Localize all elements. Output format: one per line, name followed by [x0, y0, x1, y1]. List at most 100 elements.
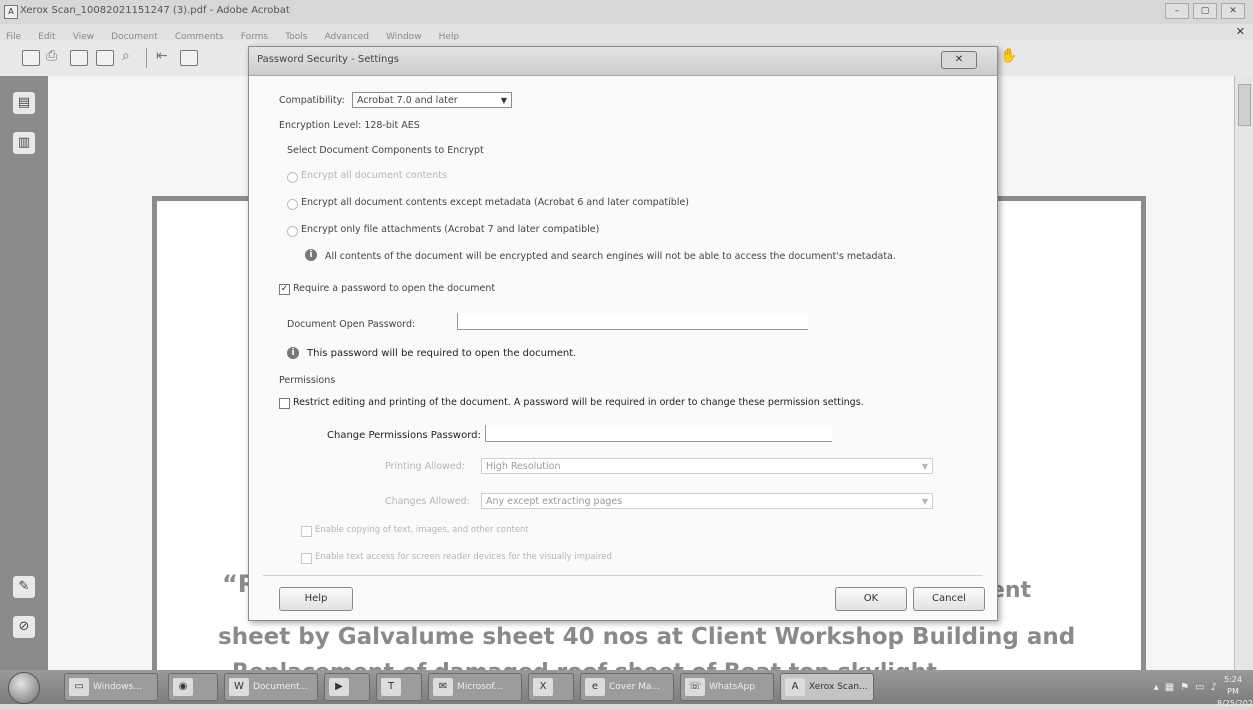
outlook-icon: ✉ [433, 678, 453, 696]
document-line2: sheet by Galvalume sheet 40 nos at Clien… [218, 624, 1076, 650]
close-window-button[interactable]: ✕ [1221, 3, 1245, 19]
acrobat-icon: A [785, 678, 805, 696]
cancel-button[interactable]: Cancel [913, 587, 985, 611]
taskbar-app-label: Cover Ma... [609, 682, 661, 692]
teams-icon: T [381, 678, 401, 696]
pages-panel-icon[interactable]: ▤ [13, 92, 35, 114]
taskbar-app-excel[interactable]: X [528, 673, 574, 701]
changes-allowed-select[interactable]: Any except extracting pages ▼ [481, 493, 933, 509]
taskbar-app-document[interactable]: W Document... [224, 673, 318, 701]
dialog-footer-divider [263, 575, 983, 576]
enable-text-access-checkbox[interactable] [301, 553, 312, 564]
taskbar-app-whatsapp[interactable]: ☏ WhatsApp [680, 673, 774, 701]
vertical-scrollbar[interactable] [1234, 76, 1253, 670]
create-pdf-icon[interactable] [22, 50, 40, 66]
folder-icon: ▭ [69, 678, 89, 696]
radio-encrypt-all[interactable] [287, 172, 298, 183]
document-close-icon[interactable]: ✕ [1236, 25, 1245, 38]
flag-icon[interactable]: ⚑ [1180, 682, 1189, 693]
system-tray: ▴ ▦ ⚑ ▭ ♪ [1154, 670, 1217, 704]
scrollbar-thumb[interactable] [1238, 84, 1251, 126]
print-icon[interactable]: ⎙ [46, 48, 57, 64]
dialog-title: Password Security - Settings [257, 54, 399, 65]
explorer-icon: e [585, 678, 605, 696]
window-controls: – ▢ ✕ [1165, 3, 1245, 19]
attachment-paperclip-icon[interactable]: ⊘ [13, 616, 35, 638]
navigation-panel: ▤ ▥ ✎ ⊘ [0, 76, 48, 670]
minimize-button[interactable]: – [1165, 3, 1189, 19]
system-clock[interactable]: 5:24 PM 8/25/2021 [1217, 674, 1253, 710]
change-permissions-label: Change Permissions Password: [327, 430, 481, 441]
ok-button[interactable]: OK [835, 587, 907, 611]
radio-encrypt-except-metadata[interactable] [287, 199, 298, 210]
taskbar-app-label: Microsof... [457, 682, 503, 692]
change-permissions-input[interactable] [485, 425, 832, 442]
save-icon[interactable] [70, 50, 88, 66]
comments-panel-icon[interactable]: ✎ [13, 576, 35, 598]
open-password-label: Document Open Password: [287, 319, 416, 330]
taskbar-app-cover[interactable]: e Cover Ma... [580, 673, 674, 701]
taskbar-app-acrobat[interactable]: A Xerox Scan... [780, 673, 874, 701]
changes-allowed-value: Any except extracting pages [486, 496, 623, 507]
toolbar-separator [146, 48, 147, 68]
maximize-button[interactable]: ▢ [1193, 3, 1217, 19]
chevron-down-icon: ▼ [921, 497, 928, 506]
taskbar-app-windows[interactable]: ▭ Windows... [64, 673, 158, 701]
chrome-icon: ◉ [173, 678, 193, 696]
taskbar-app-label: Xerox Scan... [809, 682, 868, 692]
excel-icon: X [533, 678, 553, 696]
clock-date: 8/25/2021 [1217, 699, 1253, 708]
dialog-titlebar: Password Security - Settings ✕ [249, 47, 997, 76]
chevron-down-icon: ▼ [921, 462, 928, 471]
taskbar-app-teams[interactable]: T [376, 673, 422, 701]
window-title: Xerox Scan_10082021151247 (3).pdf - Adob… [20, 5, 290, 16]
prev-page-icon[interactable]: ⇤ [156, 48, 168, 64]
require-password-checkbox[interactable]: ✓ [279, 284, 290, 295]
email-icon[interactable] [96, 50, 114, 66]
password-security-dialog: Password Security - Settings ✕ Compatibi… [248, 46, 998, 621]
restrict-editing-checkbox[interactable] [279, 398, 290, 409]
word-icon: W [229, 678, 249, 696]
radio-encrypt-all-label: Encrypt all document contents [301, 170, 447, 181]
radio-encrypt-attachments-label: Encrypt only file attachments (Acrobat 7… [301, 224, 600, 235]
enable-text-access-label: Enable text access for screen reader dev… [315, 552, 612, 562]
network-icon[interactable]: ▦ [1165, 682, 1174, 693]
printing-allowed-select[interactable]: High Resolution ▼ [481, 458, 933, 474]
chevron-down-icon: ▼ [500, 96, 507, 105]
whatsapp-icon: ☏ [685, 678, 705, 696]
taskbar-app-media[interactable]: ▶ [324, 673, 370, 701]
enable-copying-label: Enable copying of text, images, and othe… [315, 525, 529, 535]
menu-bar: File Edit View Document Comments Forms T… [0, 24, 1253, 42]
start-button[interactable] [8, 672, 40, 704]
clock-time: 5:24 PM [1224, 675, 1242, 696]
attachments-panel-icon[interactable]: ▥ [13, 132, 35, 154]
enable-copying-checkbox[interactable] [301, 526, 312, 537]
compatibility-select[interactable]: Acrobat 7.0 and later ▼ [352, 92, 512, 108]
show-hidden-icons-icon[interactable]: ▴ [1154, 682, 1159, 693]
taskbar-app-chrome[interactable]: ◉ [168, 673, 218, 701]
radio-encrypt-except-metadata-label: Encrypt all document contents except met… [301, 197, 690, 208]
encryption-level: Encryption Level: 128-bit AES [279, 120, 420, 131]
taskbar-app-label: Document... [253, 682, 309, 692]
radio-encrypt-attachments[interactable] [287, 226, 298, 237]
printing-allowed-label: Printing Allowed: [385, 461, 465, 472]
permissions-heading: Permissions [279, 375, 336, 386]
search-icon[interactable]: ⌕ [122, 48, 130, 64]
open-password-note: This password will be required to open t… [307, 348, 577, 359]
taskbar-app-outlook[interactable]: ✉ Microsof... [428, 673, 522, 701]
metadata-info-note: All contents of the document will be enc… [325, 251, 896, 262]
battery-icon[interactable]: ▭ [1195, 682, 1204, 693]
acrobat-app-icon: A [4, 5, 18, 19]
require-password-label: Require a password to open the document [293, 283, 496, 294]
help-button[interactable]: Help [279, 587, 353, 611]
open-password-input[interactable] [457, 313, 808, 330]
printing-allowed-value: High Resolution [486, 461, 561, 472]
dialog-close-button[interactable]: ✕ [941, 51, 977, 69]
info-icon: i [305, 249, 317, 261]
app-titlebar: A Xerox Scan_10082021151247 (3).pdf - Ad… [0, 0, 1253, 25]
taskbar-app-label: Windows... [93, 682, 142, 692]
changes-allowed-label: Changes Allowed: [385, 496, 470, 507]
hand-tool-icon[interactable]: ✋ [1000, 48, 1017, 64]
page-view-icon[interactable] [180, 50, 198, 66]
compatibility-label: Compatibility: [279, 95, 345, 106]
